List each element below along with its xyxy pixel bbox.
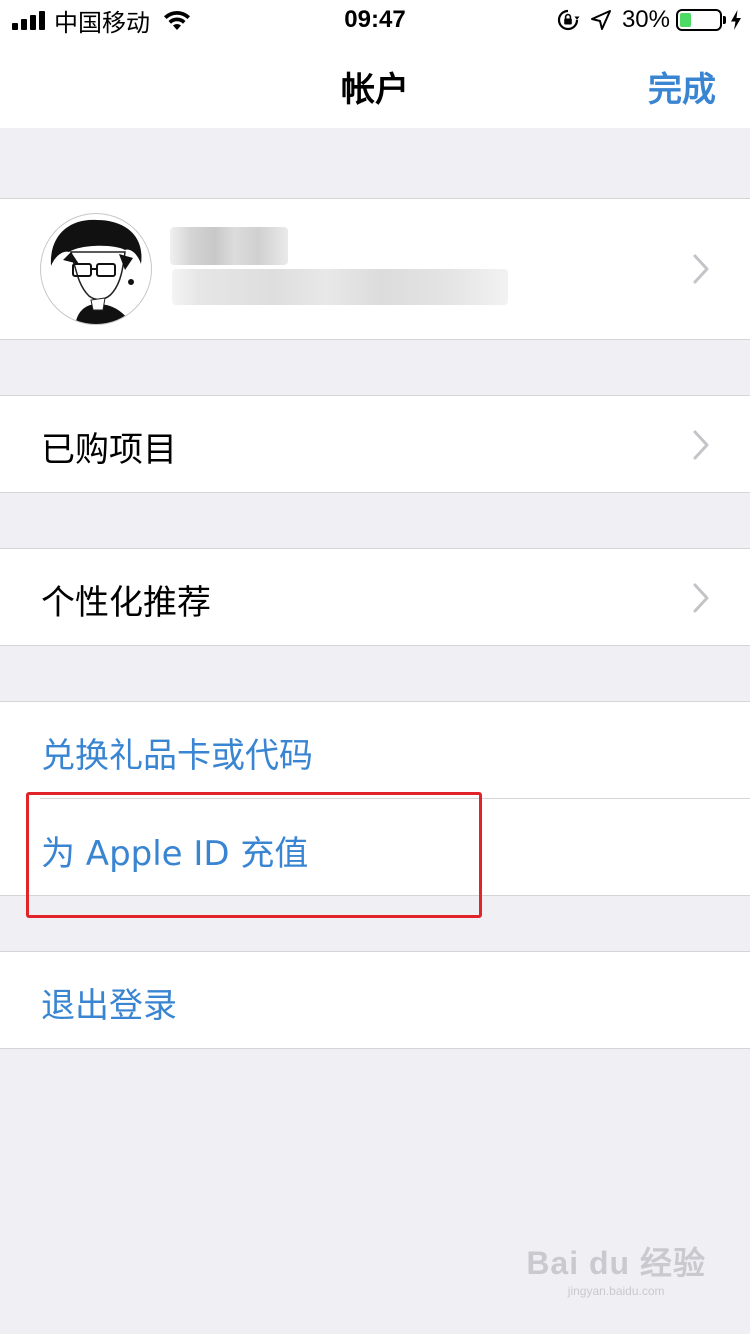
- divider: [40, 798, 750, 799]
- watermark-logo-text: Bai du 经验: [526, 1245, 706, 1281]
- redeem-gift-card-button[interactable]: 兑换礼品卡或代码: [41, 728, 313, 777]
- battery-icon: [676, 9, 726, 31]
- watermark-url: jingyan.baidu.com: [567, 1284, 665, 1298]
- redacted-account-email: [172, 269, 508, 305]
- baidu-watermark: Bai du 经验 jingyan.baidu.com: [526, 1238, 706, 1298]
- status-right: 30%: [556, 6, 742, 34]
- redacted-account-name: [170, 227, 288, 265]
- chevron-right-icon: [693, 583, 709, 613]
- chevron-right-icon: [693, 254, 709, 284]
- avatar-illustration-icon: [50, 219, 142, 324]
- sign-out-button[interactable]: 退出登录: [41, 978, 177, 1027]
- account-profile-cell[interactable]: [0, 198, 750, 340]
- battery-percentage: 30%: [621, 6, 670, 33]
- purchased-items-label: 已购项目: [41, 430, 177, 470]
- add-funds-apple-id-button[interactable]: 为 Apple ID 充值: [41, 826, 308, 875]
- battery-level-fill: [680, 13, 691, 27]
- status-bar: 中国移动 09:47 30%: [0, 0, 750, 40]
- chevron-right-icon: [693, 430, 709, 460]
- location-arrow-icon: [590, 10, 611, 30]
- done-button[interactable]: 完成: [648, 62, 716, 111]
- sign-out-cell[interactable]: 退出登录: [0, 951, 750, 1049]
- page-title: 帐户: [341, 70, 409, 110]
- user-avatar: [40, 213, 152, 325]
- charging-bolt-icon: [731, 10, 741, 30]
- personalized-recommendations-cell[interactable]: 个性化推荐: [0, 548, 750, 646]
- orientation-lock-icon: [557, 9, 580, 31]
- personalized-recommendations-label: 个性化推荐: [41, 583, 211, 623]
- navigation-bar: 帐户 完成: [0, 40, 750, 128]
- redeem-funds-group: 兑换礼品卡或代码 为 Apple ID 充值: [0, 701, 750, 896]
- purchased-items-cell[interactable]: 已购项目: [0, 395, 750, 493]
